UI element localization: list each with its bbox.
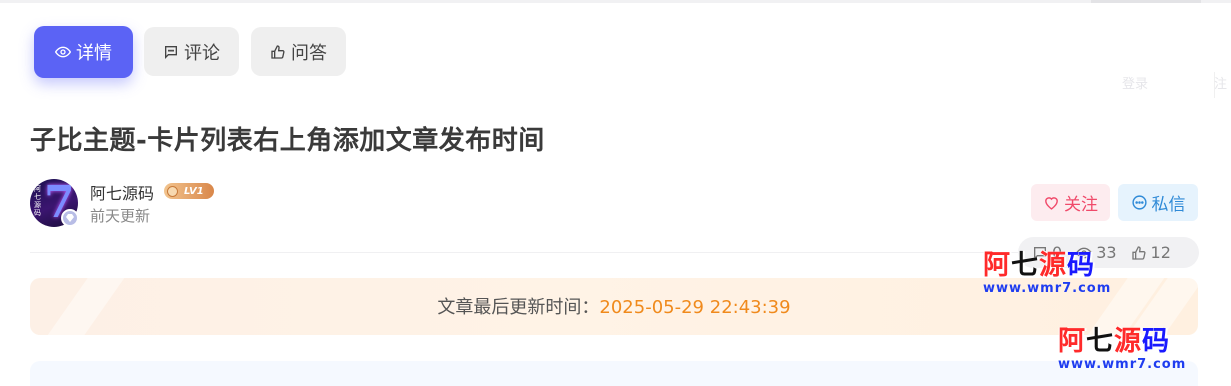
thumbs-up-icon (271, 44, 285, 59)
tab-comments[interactable]: 评论 (144, 27, 239, 76)
watermark-url-secondary: www.wmr7.com (1058, 357, 1187, 372)
level-gem-icon (167, 185, 178, 197)
tab-details-label: 详情 (76, 43, 112, 64)
eye-icon (55, 46, 71, 58)
author-name[interactable]: 阿七源码 (90, 180, 154, 204)
watermark-char-3: 源 (1039, 250, 1067, 281)
like-count[interactable]: 12 (1131, 243, 1171, 262)
top-border-accent (1091, 0, 1201, 3)
heart-icon (1045, 197, 1058, 210)
update-time-text: 文章最后更新时间：2025-05-29 22:43:39 (30, 293, 1198, 319)
watermark-logo: 阿七源码 www.wmr7.com (983, 250, 1111, 296)
ghost-register-text: 注 (1214, 77, 1228, 92)
thumbs-up-icon (1131, 245, 1146, 260)
watermark-text-secondary: 阿七源码 (1058, 326, 1186, 358)
diamond-icon (66, 214, 74, 222)
level-label: LV1 (184, 185, 204, 197)
watermark-text: 阿七源码 (983, 250, 1111, 282)
content-box (30, 361, 1198, 386)
watermark-char-3: 源 (1114, 326, 1142, 357)
chat-bubble-icon (1131, 195, 1147, 210)
top-border (0, 0, 1231, 3)
like-count-value: 12 (1150, 243, 1171, 262)
watermark-char-4: 码 (1142, 326, 1170, 357)
private-message-button[interactable]: 私信 (1118, 184, 1198, 221)
message-label: 私信 (1151, 195, 1186, 215)
watermark-char-1: 阿 (983, 250, 1011, 281)
verified-badge-icon (61, 209, 79, 227)
update-time-label: 文章最后更新时间： (437, 297, 600, 318)
update-status: 前天更新 (90, 207, 151, 225)
tab-details[interactable]: 详情 (34, 26, 133, 78)
follow-button[interactable]: 关注 (1031, 184, 1110, 221)
watermark-url: www.wmr7.com (983, 281, 1112, 296)
tab-qa[interactable]: 问答 (251, 27, 346, 76)
avatar-text: 阿七源码 (34, 185, 41, 217)
watermark-char-4: 码 (1067, 250, 1095, 281)
update-time-value: 2025-05-29 22:43:39 (599, 297, 791, 318)
watermark-char-1: 阿 (1058, 326, 1086, 357)
ghost-login-text: 登录 (1122, 77, 1149, 92)
watermark-logo-secondary: 阿七源码 www.wmr7.com (1058, 326, 1186, 372)
tab-comments-label: 评论 (184, 42, 220, 64)
level-badge: LV1 (164, 183, 214, 199)
watermark-char-2: 七 (1086, 326, 1114, 357)
article-title: 子比主题-卡片列表右上角添加文章发布时间 (30, 126, 545, 156)
watermark-char-2: 七 (1011, 250, 1039, 281)
tab-qa-label: 问答 (291, 42, 327, 64)
comment-icon (165, 45, 177, 59)
follow-label: 关注 (1064, 195, 1098, 215)
